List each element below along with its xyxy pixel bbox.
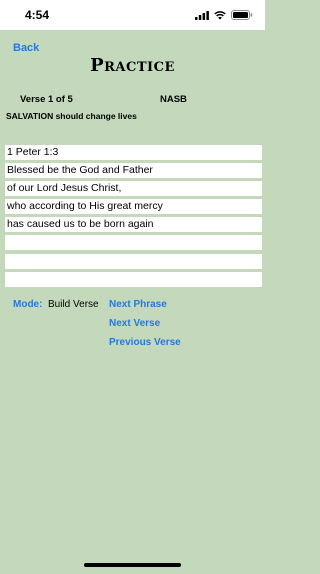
verse-line[interactable]	[5, 235, 262, 251]
status-bar: 4:54	[0, 0, 265, 30]
verse-line[interactable]: 1 Peter 1:3	[5, 145, 262, 160]
mode-label[interactable]: Mode:	[13, 299, 42, 310]
battery-icon	[231, 10, 253, 20]
verse-line[interactable]	[5, 253, 262, 269]
next-verse-button[interactable]: Next Verse	[109, 318, 160, 329]
status-icons	[195, 10, 253, 20]
verse-line[interactable]: Blessed be the God and Father	[5, 163, 262, 179]
home-indicator	[84, 563, 181, 567]
status-time: 4:54	[25, 8, 50, 22]
verse-count: Verse 1 of 5	[20, 94, 73, 105]
verse-line[interactable]: of our Lord Jesus Christ,	[5, 181, 262, 197]
back-button[interactable]: Back	[13, 42, 39, 54]
signal-icon	[195, 10, 209, 20]
translation-label: NASB	[160, 94, 187, 105]
mode-value: Build Verse	[48, 299, 99, 310]
wifi-icon	[214, 10, 226, 20]
verse-theme: SALVATION should change lives	[6, 111, 137, 121]
verse-line[interactable]: has caused us to be born again	[5, 217, 262, 233]
next-phrase-button[interactable]: Next Phrase	[109, 299, 167, 310]
verse-line[interactable]	[5, 271, 262, 287]
page-title: Practice	[90, 55, 175, 76]
verse-line[interactable]: who according to His great mercy	[5, 199, 262, 215]
previous-verse-button[interactable]: Previous Verse	[109, 337, 181, 348]
verse-lines: 1 Peter 1:3 Blessed be the God and Fathe…	[5, 145, 262, 290]
